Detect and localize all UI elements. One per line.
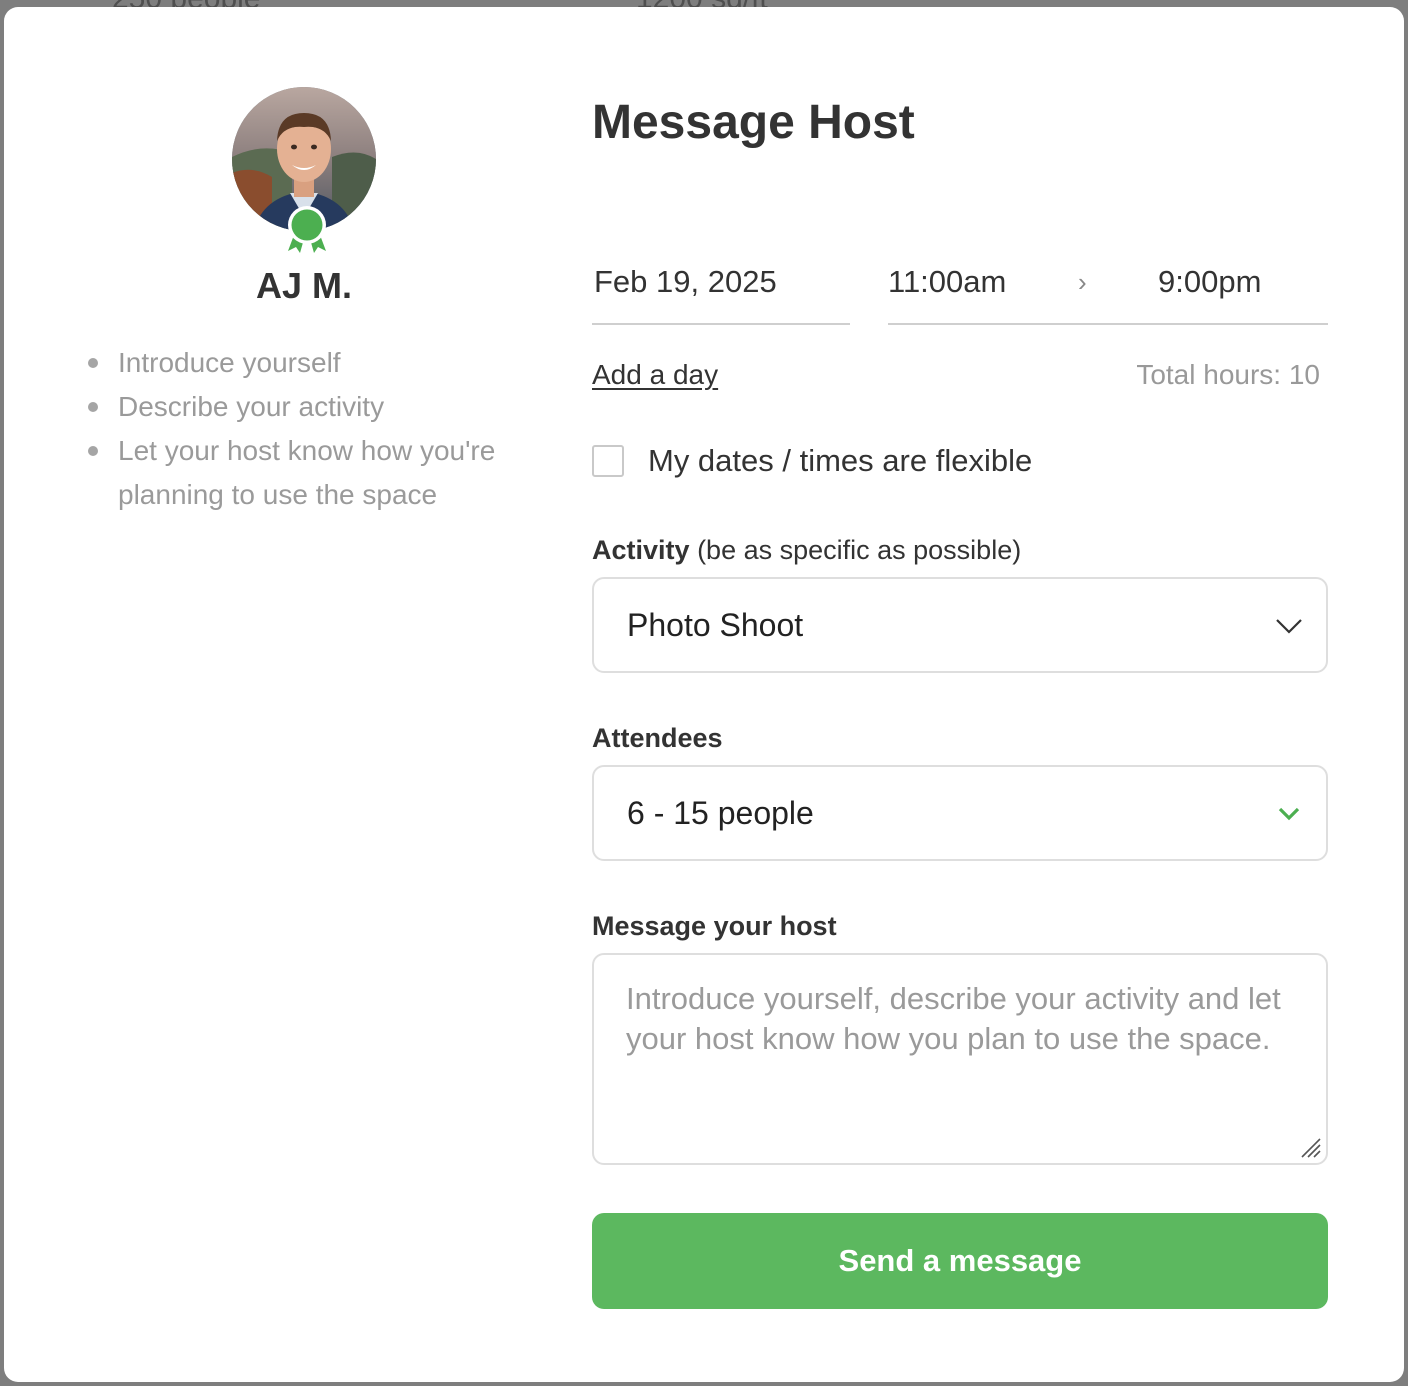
message-label-title: Message your host bbox=[592, 911, 837, 941]
message-label: Message your host bbox=[592, 911, 837, 942]
start-time-field[interactable]: 11:00am bbox=[888, 264, 1078, 300]
host-avatar-wrap bbox=[232, 87, 382, 267]
tip-item: Let your host know how you're planning t… bbox=[88, 429, 528, 517]
resize-handle-icon[interactable] bbox=[1298, 1135, 1322, 1159]
message-host-modal: AJ M. Introduce yourself Describe your a… bbox=[4, 7, 1404, 1382]
tip-item: Describe your activity bbox=[88, 385, 528, 429]
end-time-field[interactable]: 9:00pm bbox=[1158, 264, 1261, 300]
activity-label: Activity (be as specific as possible) bbox=[592, 535, 1021, 566]
total-hours-text: Total hours: 10 bbox=[1136, 359, 1320, 390]
flexible-dates-label[interactable]: My dates / times are flexible bbox=[648, 443, 1032, 479]
tip-item: Introduce yourself bbox=[88, 341, 528, 385]
attendees-select[interactable]: 6 - 15 people bbox=[592, 765, 1328, 861]
activity-label-hint: (be as specific as possible) bbox=[697, 535, 1022, 565]
time-range-picker: 11:00am › 9:00pm bbox=[888, 255, 1328, 325]
chevron-down-icon bbox=[1278, 807, 1300, 821]
verified-host-badge-icon bbox=[288, 206, 326, 253]
activity-label-title: Activity bbox=[592, 535, 690, 565]
flexible-dates-checkbox[interactable] bbox=[592, 445, 624, 477]
add-a-day-link[interactable]: Add a day bbox=[592, 359, 718, 391]
chevron-right-icon: › bbox=[1078, 266, 1087, 297]
date-picker[interactable]: Feb 19, 2025 bbox=[592, 255, 850, 325]
message-tips-list: Introduce yourself Describe your activit… bbox=[88, 341, 528, 517]
attendees-label: Attendees bbox=[592, 723, 723, 754]
flexible-dates-row: My dates / times are flexible bbox=[592, 443, 1032, 479]
send-message-button[interactable]: Send a message bbox=[592, 1213, 1328, 1309]
modal-title: Message Host bbox=[592, 96, 915, 149]
date-value: Feb 19, 2025 bbox=[594, 264, 777, 299]
host-name: AJ M. bbox=[255, 265, 352, 306]
message-placeholder: Introduce yourself, describe your activi… bbox=[626, 981, 1281, 1056]
message-textarea[interactable]: Introduce yourself, describe your activi… bbox=[592, 953, 1328, 1165]
attendees-label-title: Attendees bbox=[592, 723, 723, 753]
chevron-down-icon bbox=[1276, 619, 1302, 634]
activity-select-value: Photo Shoot bbox=[627, 606, 804, 643]
activity-select[interactable]: Photo Shoot bbox=[592, 577, 1328, 673]
attendees-select-value: 6 - 15 people bbox=[627, 794, 814, 831]
